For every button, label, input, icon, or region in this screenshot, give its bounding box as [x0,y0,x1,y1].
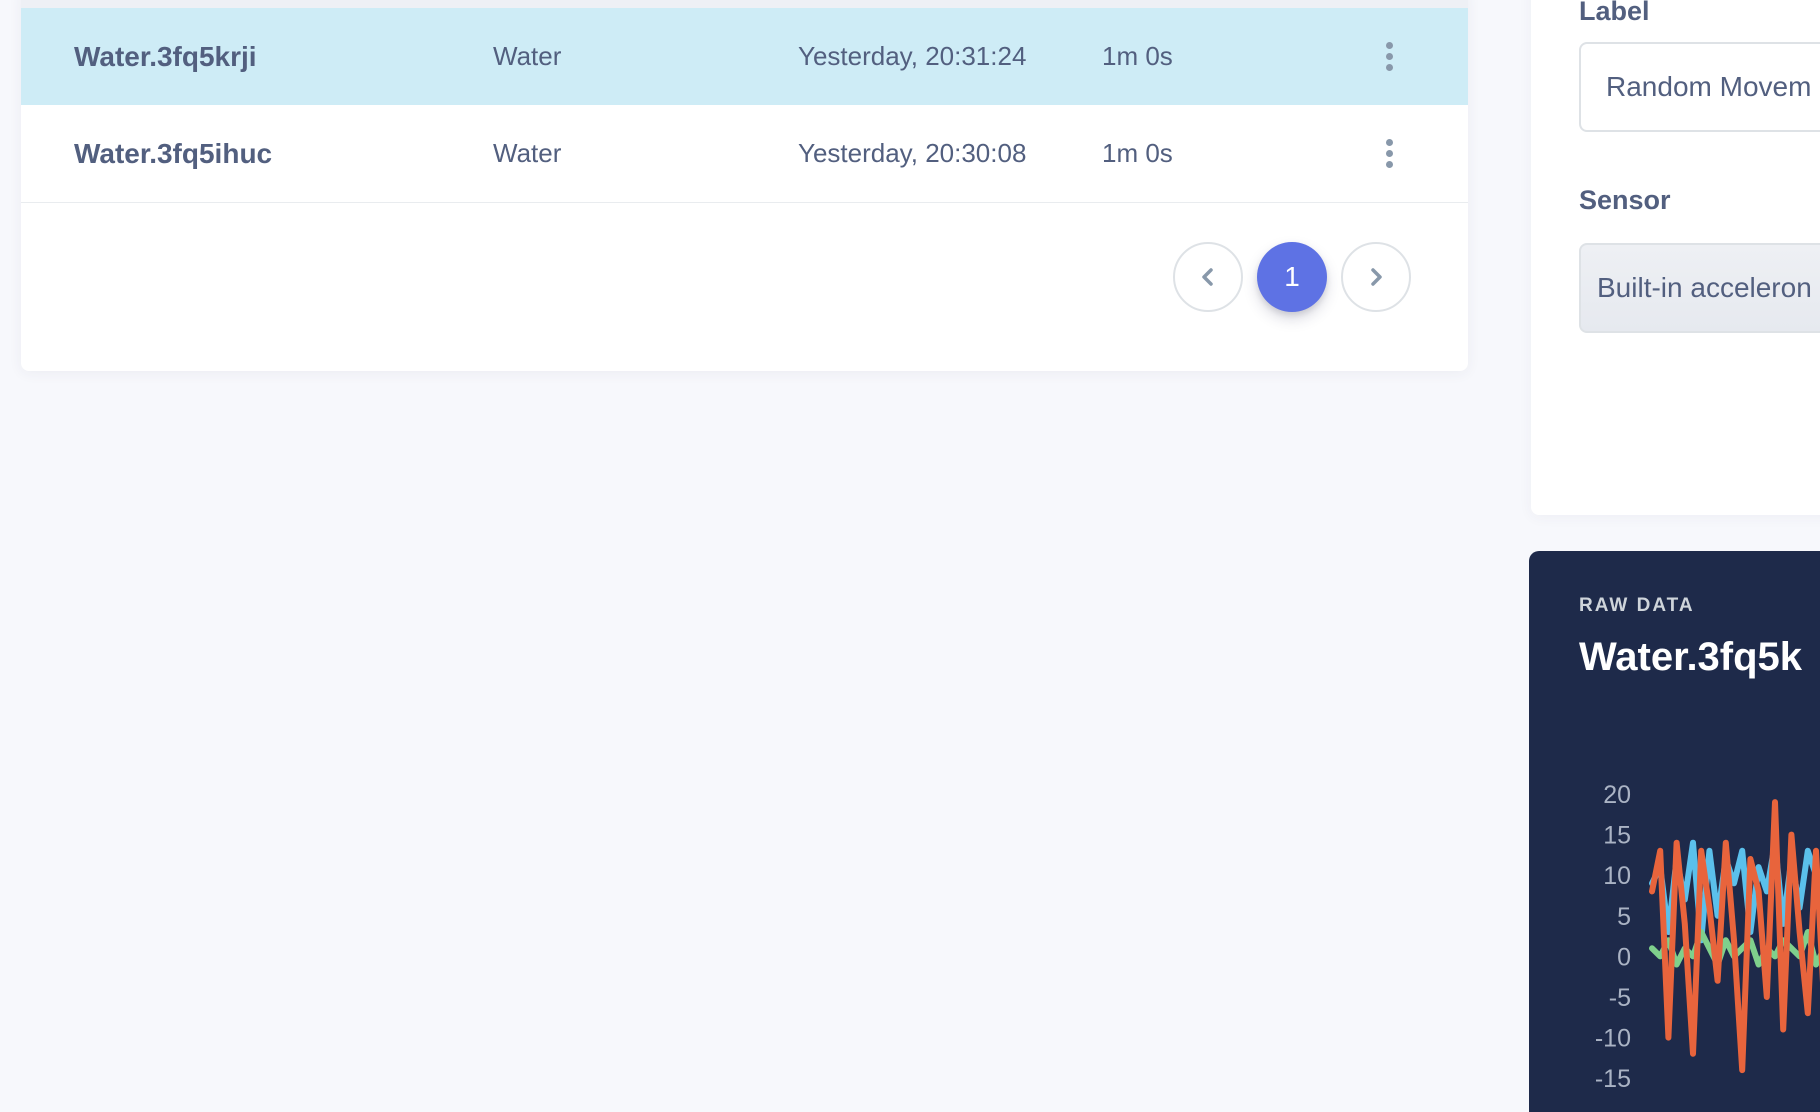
table-header-divider [21,0,1468,8]
y-tick-label: 5 [1617,903,1631,931]
sample-added: Yesterday, 20:30:08 [798,138,1027,168]
sample-name[interactable]: Water.3fq5krji [74,8,257,105]
y-tick-label: -5 [1609,984,1631,1012]
raw-data-chart: 20 15 10 5 0 -5 -10 -15 [1595,781,1820,1093]
pagination-next-button[interactable] [1341,242,1411,312]
sample-name[interactable]: Water.3fq5ihuc [74,105,272,202]
pagination-page-1[interactable]: 1 [1257,242,1327,312]
label-field-title: Label [1579,0,1650,26]
samples-table-card: Water.3fq5krji Water Yesterday, 20:31:24… [21,0,1468,371]
y-tick-label: 0 [1617,943,1631,971]
sample-label: Water [493,138,562,168]
y-tick-label: -15 [1595,1065,1631,1093]
sensor-field-title: Sensor [1579,185,1671,215]
sensor-select[interactable]: Built-in acceleron [1579,243,1820,333]
sample-length: 1m 0s [1102,41,1173,71]
chevron-right-icon [1371,268,1382,286]
table-row[interactable]: Water.3fq5krji Water Yesterday, 20:31:24… [21,8,1468,105]
pagination-prev-button[interactable] [1173,242,1243,312]
sample-added: Yesterday, 20:31:24 [798,41,1027,71]
chevron-left-icon [1202,268,1213,286]
sample-length: 1m 0s [1102,138,1173,168]
sample-details-form: Label Random Movem Sensor Built-in accel… [1531,0,1820,515]
more-options-icon[interactable] [1374,38,1404,74]
y-tick-label: -10 [1595,1025,1631,1053]
chart-series-line [1649,799,1820,1074]
y-tick-label: 10 [1603,862,1631,890]
label-input[interactable]: Random Movem [1579,42,1820,132]
page: Water.3fq5krji Water Yesterday, 20:31:24… [0,0,1820,1112]
sample-label: Water [493,41,562,71]
table-row[interactable]: Water.3fq5ihuc Water Yesterday, 20:30:08… [21,105,1468,203]
y-tick-label: 20 [1603,781,1631,809]
y-tick-label: 15 [1603,822,1631,850]
more-options-icon[interactable] [1374,135,1404,171]
raw-data-card: RAW DATA Water.3fq5k 20 15 10 5 0 -5 -10 -15 [1529,551,1820,1112]
